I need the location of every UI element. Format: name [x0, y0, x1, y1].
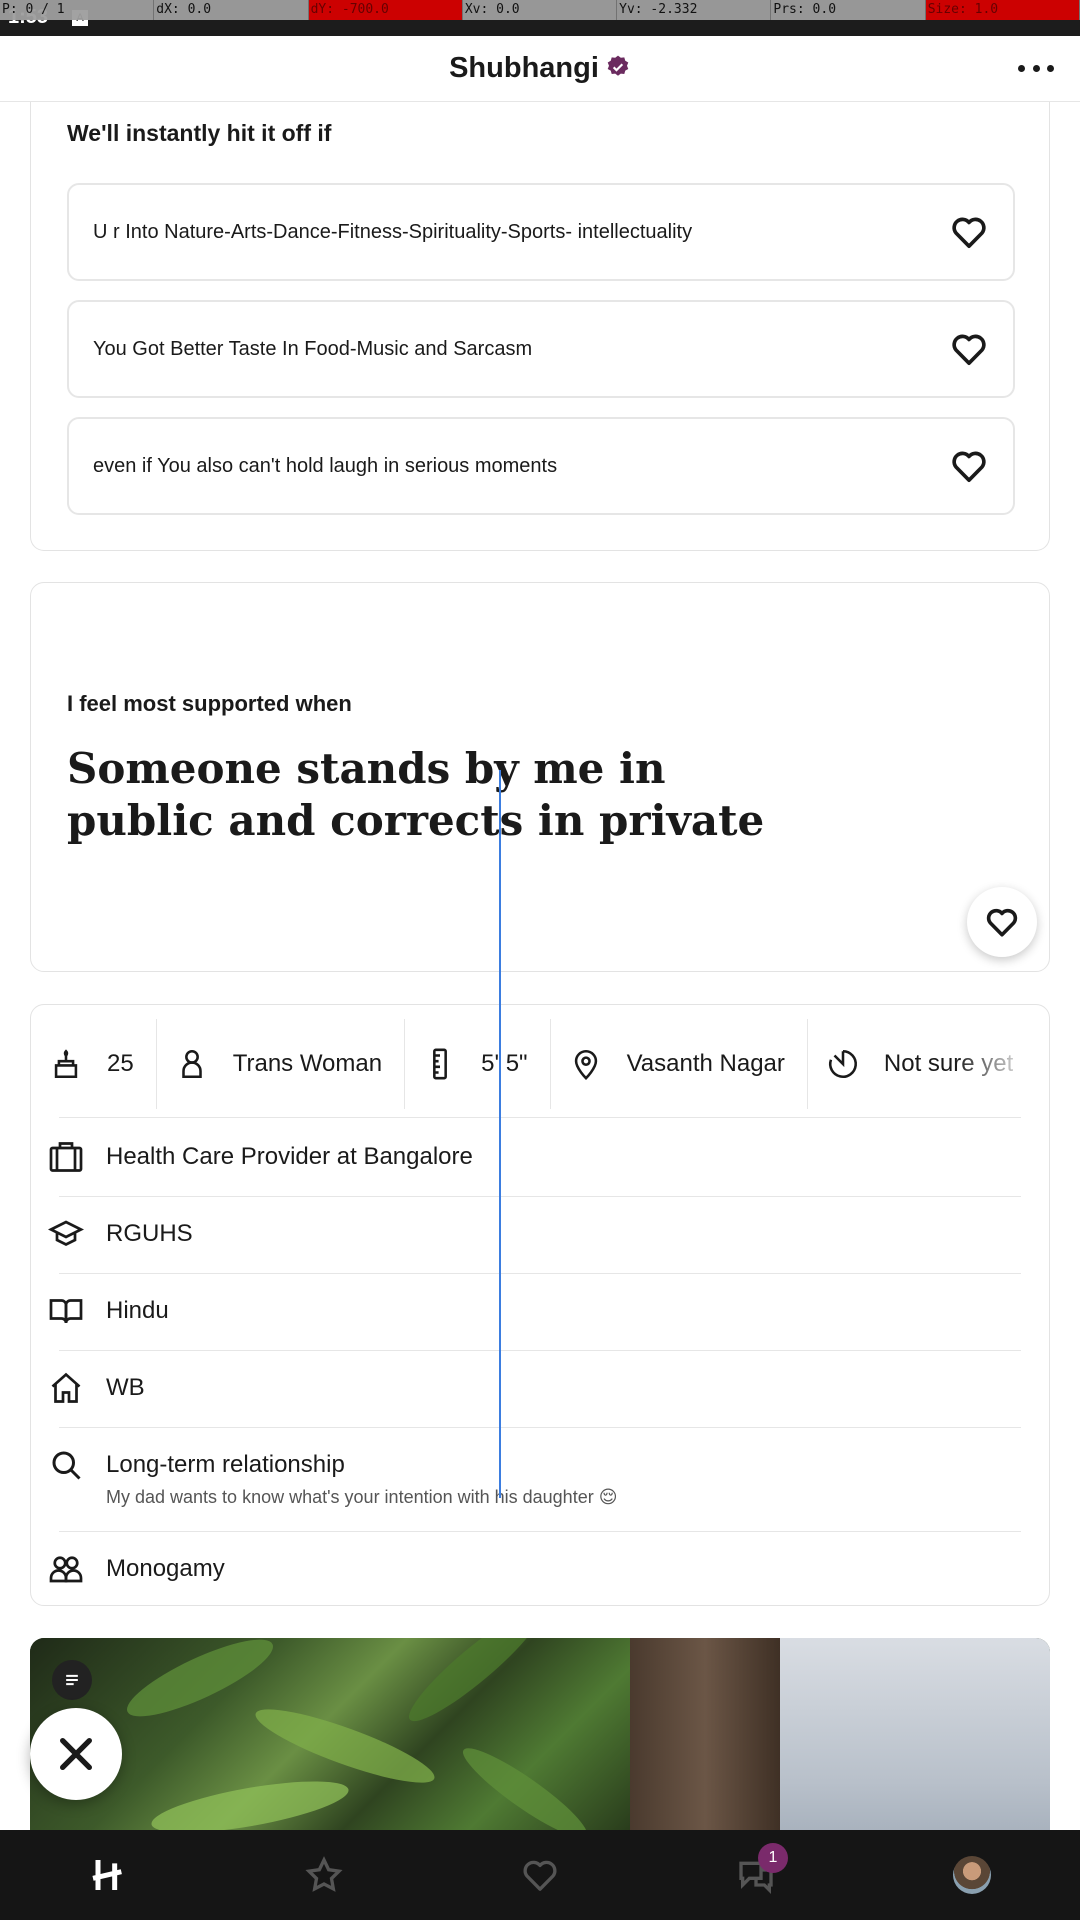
hinge-logo-icon — [92, 1860, 122, 1890]
hit-it-off-card: We'll instantly hit it off if U r Into N… — [30, 80, 1050, 551]
birthday-cake-icon — [54, 1049, 78, 1079]
location-pin-icon — [574, 1049, 597, 1080]
like-heart-icon[interactable] — [949, 446, 989, 486]
detail-religion: Hindu — [31, 1293, 1049, 1329]
nav-discover[interactable] — [68, 1835, 148, 1915]
profile-header: Shubhangi — [0, 36, 1080, 102]
detail-relationship-type-text: Monogamy — [106, 1555, 225, 1582]
close-icon — [60, 1738, 93, 1770]
detail-hometown: WB — [31, 1370, 1049, 1406]
debug-yv: Yv: -2.332 — [617, 0, 772, 20]
detail-intention: Long-term relationship My dad wants to k… — [31, 1447, 1049, 1508]
prompt-answer: Someone stands by me in public and corre… — [67, 744, 765, 845]
people-icon — [49, 1556, 83, 1583]
profile-name-row: Shubhangi — [0, 52, 1080, 85]
search-icon — [52, 1451, 81, 1480]
divider — [59, 1531, 1021, 1532]
home-icon — [51, 1372, 81, 1403]
heart-icon — [986, 908, 1018, 937]
hit-it-off-text: You Got Better Taste In Food-Music and S… — [93, 337, 533, 360]
profile-details-card: 25 Trans Woman 5' 5" Vasanth Nagar Not s… — [30, 1004, 1050, 1606]
debug-pointer: P: 0 / 1 — [0, 0, 155, 20]
like-heart-icon[interactable] — [949, 329, 989, 369]
hit-it-off-item: U r Into Nature-Arts-Dance-Fitness-Spiri… — [67, 183, 1015, 281]
nav-likes[interactable] — [500, 1835, 580, 1915]
person-icon — [181, 1049, 202, 1079]
divider — [59, 1117, 1021, 1118]
like-prompt-button[interactable] — [967, 887, 1037, 957]
vital-age: 25 — [31, 1019, 157, 1109]
briefcase-icon — [49, 1142, 83, 1172]
divider — [59, 1350, 1021, 1351]
detail-intention-text: Long-term relationship — [106, 1451, 345, 1478]
more-options-icon[interactable] — [1018, 56, 1054, 80]
pointer-trace-line — [499, 770, 501, 1498]
profile-name: Shubhangi — [449, 52, 599, 84]
hit-it-off-item: even if You also can't hold laugh in ser… — [67, 417, 1015, 515]
detail-intention-note: My dad wants to know what's your intenti… — [106, 1487, 618, 1507]
debug-dy: dY: -700.0 — [308, 0, 463, 20]
pointer-debug-bar: P: 0 / 1 dX: 0.0 dY: -700.0 Xv: 0.0 Yv: … — [0, 0, 1080, 20]
divider — [59, 1273, 1021, 1274]
nav-messages[interactable]: 1 — [716, 1835, 796, 1915]
family-plans-icon — [828, 1049, 857, 1078]
vital-family-plans-value: Not sure yet — [883, 1050, 1014, 1077]
graduation-cap-icon — [48, 1220, 84, 1247]
hit-it-off-item: You Got Better Taste In Food-Music and S… — [67, 300, 1015, 398]
messages-count-badge: 1 — [758, 1843, 788, 1873]
photo-comment-icon[interactable] — [52, 1660, 92, 1700]
hit-it-off-text: U r Into Nature-Arts-Dance-Fitness-Spiri… — [93, 220, 693, 243]
debug-prs: Prs: 0.0 — [771, 0, 926, 20]
vital-location-value: Vasanth Nagar — [626, 1050, 785, 1077]
heart-icon — [523, 1860, 557, 1891]
nav-standouts[interactable] — [284, 1835, 364, 1915]
like-heart-icon[interactable] — [949, 212, 989, 252]
divider — [59, 1427, 1021, 1428]
hit-it-off-text: even if You also can't hold laugh in ser… — [93, 454, 558, 477]
detail-hometown-text: WB — [106, 1374, 145, 1401]
vital-age-value: 25 — [107, 1050, 134, 1077]
vital-gender-value: Trans Woman — [232, 1050, 383, 1077]
debug-size: Size: 1.0 — [925, 0, 1080, 20]
ruler-icon — [433, 1048, 448, 1080]
detail-school-text: RGUHS — [106, 1220, 193, 1247]
book-icon — [49, 1299, 83, 1324]
vitals-row[interactable]: 25 Trans Woman 5' 5" Vasanth Nagar Not s… — [31, 1019, 1049, 1109]
vital-family-plans: Not sure yet — [808, 1019, 1035, 1109]
detail-relationship-type: Monogamy — [31, 1551, 1049, 1587]
vital-height-value: 5' 5" — [481, 1050, 528, 1077]
detail-work: Health Care Provider at Bangalore — [31, 1139, 1049, 1175]
nav-profile[interactable] — [932, 1835, 1012, 1915]
skip-button[interactable] — [30, 1708, 122, 1800]
bottom-navigation: 1 — [0, 1830, 1080, 1920]
prompt-card: I feel most supported when Someone stand… — [30, 582, 1050, 972]
vital-location: Vasanth Nagar — [551, 1019, 808, 1109]
detail-work-text: Health Care Provider at Bangalore — [106, 1143, 473, 1170]
debug-dx: dX: 0.0 — [154, 0, 309, 20]
debug-xv: Xv: 0.0 — [462, 0, 618, 20]
prompt-question: I feel most supported when — [67, 691, 352, 716]
star-icon — [305, 1856, 343, 1892]
verified-badge-icon — [607, 55, 629, 76]
avatar — [953, 1856, 991, 1894]
detail-religion-text: Hindu — [106, 1297, 169, 1324]
divider — [59, 1196, 1021, 1197]
detail-school: RGUHS — [31, 1216, 1049, 1252]
vital-height: 5' 5" — [405, 1019, 551, 1109]
hit-it-off-title: We'll instantly hit it off if — [67, 120, 332, 146]
vital-gender: Trans Woman — [157, 1019, 406, 1109]
